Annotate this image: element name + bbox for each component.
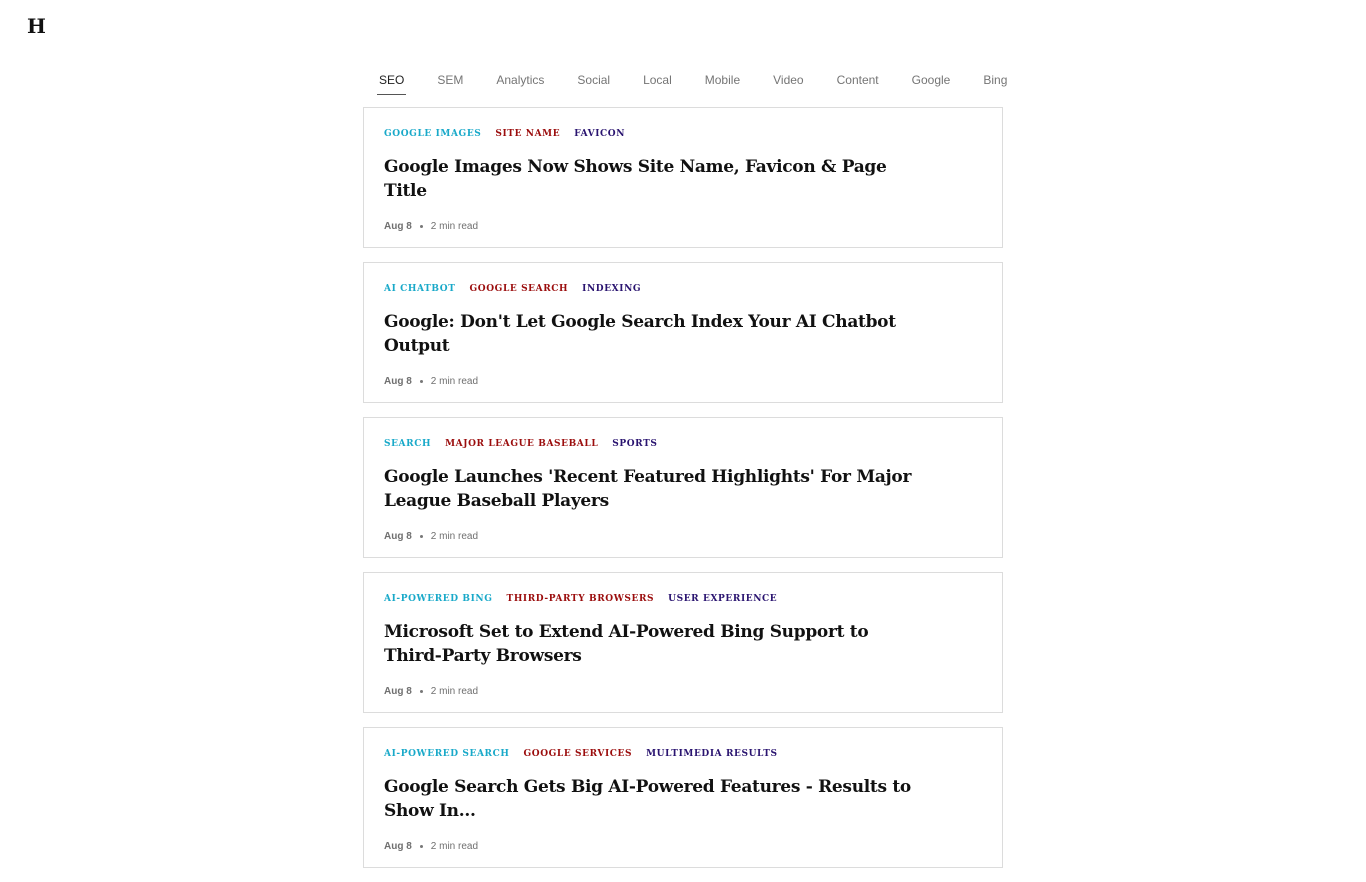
category-tabs: SEO SEM Analytics Social Local Mobile Vi… <box>363 71 1007 99</box>
article-date: Aug 8 <box>384 840 412 852</box>
article-card[interactable]: AI CHATBOT GOOGLE SEARCH INDEXING Google… <box>363 262 1003 403</box>
tab-analytics[interactable]: Analytics <box>496 71 544 87</box>
tab-local[interactable]: Local <box>643 71 672 87</box>
article-tag[interactable]: USER EXPERIENCE <box>668 594 777 604</box>
article-feed: GOOGLE IMAGES SITE NAME FAVICON Google I… <box>363 107 1003 882</box>
article-card[interactable]: AI-POWERED BING THIRD-PARTY BROWSERS USE… <box>363 572 1003 713</box>
tab-seo[interactable]: SEO <box>376 71 407 95</box>
article-meta: Aug 8 2 min read <box>384 529 982 543</box>
article-read-time: 2 min read <box>430 685 479 697</box>
article-card[interactable]: AI-POWERED SEARCH GOOGLE SERVICES MULTIM… <box>363 727 1003 868</box>
article-read-time: 2 min read <box>430 375 479 387</box>
article-tag[interactable]: MAJOR LEAGUE BASEBALL <box>445 439 598 449</box>
article-date: Aug 8 <box>384 685 412 697</box>
article-title[interactable]: Microsoft Set to Extend AI-Powered Bing … <box>384 620 924 668</box>
article-tag[interactable]: MULTIMEDIA RESULTS <box>646 749 778 759</box>
article-tags: AI-POWERED BING THIRD-PARTY BROWSERS USE… <box>384 593 982 605</box>
article-tag[interactable]: GOOGLE IMAGES <box>384 129 481 139</box>
article-card[interactable]: GOOGLE IMAGES SITE NAME FAVICON Google I… <box>363 107 1003 248</box>
article-card[interactable]: SEARCH MAJOR LEAGUE BASEBALL SPORTS Goog… <box>363 417 1003 558</box>
tab-mobile[interactable]: Mobile <box>705 71 740 87</box>
article-tag[interactable]: AI CHATBOT <box>384 284 456 294</box>
article-tag[interactable]: SITE NAME <box>495 129 560 139</box>
article-tag[interactable]: INDEXING <box>582 284 641 294</box>
article-tags: AI CHATBOT GOOGLE SEARCH INDEXING <box>384 283 982 295</box>
separator-dot-icon <box>419 844 423 848</box>
separator-dot-icon <box>419 224 423 228</box>
article-read-time: 2 min read <box>430 530 479 542</box>
article-tag[interactable]: AI-POWERED SEARCH <box>384 749 509 759</box>
article-title[interactable]: Google Launches 'Recent Featured Highlig… <box>384 465 924 513</box>
article-read-time: 2 min read <box>430 840 479 852</box>
separator-dot-icon <box>419 379 423 383</box>
tab-social[interactable]: Social <box>577 71 610 87</box>
article-date: Aug 8 <box>384 375 412 387</box>
article-meta: Aug 8 2 min read <box>384 684 982 698</box>
article-tags: AI-POWERED SEARCH GOOGLE SERVICES MULTIM… <box>384 748 982 760</box>
article-tags: GOOGLE IMAGES SITE NAME FAVICON <box>384 128 982 140</box>
article-tag[interactable]: GOOGLE SEARCH <box>470 284 569 294</box>
article-tag[interactable]: SPORTS <box>612 439 657 449</box>
tab-content[interactable]: Content <box>837 71 879 87</box>
separator-dot-icon <box>419 534 423 538</box>
article-meta: Aug 8 2 min read <box>384 839 982 853</box>
article-meta: Aug 8 2 min read <box>384 219 982 233</box>
separator-dot-icon <box>419 689 423 693</box>
article-title[interactable]: Google: Don't Let Google Search Index Yo… <box>384 310 924 358</box>
tab-video[interactable]: Video <box>773 71 803 87</box>
site-logo[interactable]: H <box>27 14 46 38</box>
tab-bing[interactable]: Bing <box>983 71 1007 87</box>
article-read-time: 2 min read <box>430 220 479 232</box>
article-title[interactable]: Google Images Now Shows Site Name, Favic… <box>384 155 924 203</box>
article-date: Aug 8 <box>384 220 412 232</box>
article-tags: SEARCH MAJOR LEAGUE BASEBALL SPORTS <box>384 438 982 450</box>
article-tag[interactable]: SEARCH <box>384 439 431 449</box>
tab-google[interactable]: Google <box>912 71 951 87</box>
article-title[interactable]: Google Search Gets Big AI-Powered Featur… <box>384 775 924 823</box>
article-tag[interactable]: GOOGLE SERVICES <box>523 749 632 759</box>
article-tag[interactable]: AI-POWERED BING <box>384 594 493 604</box>
article-date: Aug 8 <box>384 530 412 542</box>
tab-sem[interactable]: SEM <box>437 71 463 87</box>
article-tag[interactable]: FAVICON <box>574 129 625 139</box>
article-tag[interactable]: THIRD-PARTY BROWSERS <box>507 594 655 604</box>
article-meta: Aug 8 2 min read <box>384 374 982 388</box>
